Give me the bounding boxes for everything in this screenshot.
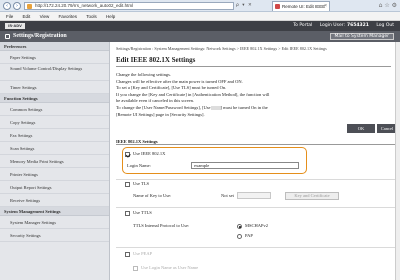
title-bar: Settings/Registration Mail to System Man…: [0, 31, 400, 42]
sidebar-item-sound-display[interactable]: Sound Volume Control/Display Settings: [0, 64, 109, 81]
login-name-field[interactable]: example: [191, 162, 299, 169]
forward-button[interactable]: ›: [13, 2, 21, 10]
section-title: Settings/Registration: [13, 33, 67, 39]
breadcrumb: Settings/Registration : System Managemen…: [116, 46, 327, 51]
menu-edit[interactable]: Edit: [23, 14, 31, 19]
menu-bar: File Edit View Favorites Tools Help: [0, 12, 400, 21]
use-tls-checkbox[interactable]: [125, 182, 130, 187]
ttls-protocol-label: TTLS Internal Protocol to Use:: [133, 223, 190, 228]
sidebar-section-preferences: Preferences: [0, 42, 109, 51]
key-to-use-label: Name of Key to Use:: [133, 193, 172, 198]
tab-close-icon[interactable]: ×: [324, 2, 327, 11]
description-line: [Remote UI Settings] page in [Security S…: [116, 111, 205, 117]
key-name-field: [237, 192, 271, 199]
browser-tab[interactable]: Remote UI: Edit IEEE 8... ×: [272, 1, 330, 18]
description-part: ] must be turned On in the: [220, 104, 268, 110]
description-line: To change the [User Name/Password Settin…: [116, 105, 386, 112]
ok-button[interactable]: OK: [347, 124, 375, 133]
use-login-name-checkbox[interactable]: [133, 266, 138, 271]
description-line: be available even if canceled in this sc…: [116, 98, 194, 104]
use-ttls-label: Use TTLS: [133, 210, 152, 215]
tab-favicon-icon: [275, 4, 280, 9]
back-button[interactable]: ‹: [3, 2, 11, 10]
description-line: Change the following settings.: [116, 72, 171, 77]
pap-label: PAP: [245, 233, 253, 238]
menu-file[interactable]: File: [6, 14, 13, 19]
description-line: Changes will be effective after the main…: [116, 78, 243, 84]
page-title: Edit IEEE 802.1X Settings: [116, 56, 391, 67]
mail-to-system-manager-button[interactable]: Mail to System Manager: [329, 33, 394, 40]
row-divider: [116, 247, 398, 248]
address-tools[interactable]: ρ ▾ ✕: [236, 2, 253, 10]
cancel-button[interactable]: Cancel: [377, 124, 397, 133]
address-bar[interactable]: http://172.24.20.79/rrs_network_auto02_e…: [24, 2, 234, 10]
sidebar-section-system-management: System Management Settings: [0, 207, 109, 216]
brand-logo: iR-ADV: [5, 23, 25, 29]
scrollbar[interactable]: [395, 42, 400, 280]
sidebar-item-memory-media-print[interactable]: Memory Media Print Settings: [0, 155, 109, 168]
mschapv2-radio[interactable]: [237, 224, 242, 229]
settings-icon: [5, 34, 10, 39]
use-tls-label: Use TLS: [133, 181, 150, 186]
url-text: http://172.24.20.79/rrs_network_auto02_e…: [35, 3, 134, 8]
description: Change the following settings. Changes w…: [116, 72, 386, 118]
use-ttls-checkbox[interactable]: [125, 211, 130, 216]
description-part: To change the [User Name/Password Settin…: [116, 104, 211, 110]
menu-tools[interactable]: Tools: [86, 14, 97, 19]
sidebar-item-fax-settings[interactable]: Fax Settings: [0, 129, 109, 142]
pap-radio[interactable]: [237, 234, 242, 239]
logout-link[interactable]: Log Out: [376, 23, 394, 28]
sidebar-item-copy-settings[interactable]: Copy Settings: [0, 116, 109, 129]
header-links: To Portal Login User: 7654321 Log Out: [287, 21, 394, 31]
sidebar-item-output-report[interactable]: Output Report Settings: [0, 181, 109, 194]
sidebar-item-common-settings[interactable]: Common Settings: [0, 103, 109, 116]
key-and-certificate-button[interactable]: Key and Certificate: [285, 192, 339, 200]
use-peap-label: Use PEAP: [133, 251, 153, 256]
row-divider: [116, 179, 398, 180]
sidebar-item-scan-settings[interactable]: Scan Settings: [0, 142, 109, 155]
window-controls[interactable]: ⌂ ☆ ⚙: [379, 2, 397, 10]
mschapv2-label: MSCHAPv2: [245, 223, 269, 228]
menu-help[interactable]: Help: [106, 14, 115, 19]
section-header: IEEE 802.1X Settings: [116, 138, 398, 145]
sidebar-item-receive-settings[interactable]: Receive Settings: [0, 194, 109, 207]
app-header: iR-ADV To Portal Login User: 7654321 Log …: [0, 21, 400, 31]
back-arrow-icon: ‹: [6, 3, 8, 9]
sidebar: Preferences Paper Settings Sound Volume …: [0, 42, 110, 280]
menu-favorites[interactable]: Favorites: [59, 14, 78, 19]
use-login-name-label: Use Login Name as User Name: [141, 265, 199, 270]
sidebar-item-system-manager[interactable]: System Manager Settings: [0, 216, 109, 229]
sidebar-item-paper-settings[interactable]: Paper Settings: [0, 51, 109, 64]
sidebar-item-printer-settings[interactable]: Printer Settings: [0, 168, 109, 181]
main-content: Settings/Registration : System Managemen…: [111, 42, 400, 280]
forward-arrow-icon: ›: [16, 3, 18, 9]
masked-text: [210, 105, 221, 110]
to-portal-link[interactable]: To Portal: [293, 23, 312, 28]
row-divider: [116, 207, 398, 208]
description-line: If you change the [Key and Certificate] …: [116, 91, 270, 97]
login-name-label: Login Name:: [127, 163, 151, 168]
use-ieee-checkbox[interactable]: [125, 152, 130, 157]
description-line: To set a [Key and Certificate], [Use TLS…: [116, 85, 227, 91]
use-ieee-label: Use IEEE 802.1X: [133, 151, 166, 156]
login-user-value: 7654321: [347, 23, 369, 28]
sidebar-item-timer-settings[interactable]: Timer Settings: [0, 81, 109, 94]
menu-view[interactable]: View: [40, 14, 50, 19]
key-value: Not set: [221, 193, 234, 198]
use-peap-checkbox[interactable]: [125, 252, 130, 257]
sidebar-item-security-settings[interactable]: Security Settings: [0, 229, 109, 242]
login-user-label: Login User:: [319, 23, 345, 28]
page-icon: [27, 4, 32, 9]
browser-toolbar: ‹ › http://172.24.20.79/rrs_network_auto…: [0, 0, 400, 18]
sidebar-section-function-settings: Function Settings: [0, 94, 109, 103]
